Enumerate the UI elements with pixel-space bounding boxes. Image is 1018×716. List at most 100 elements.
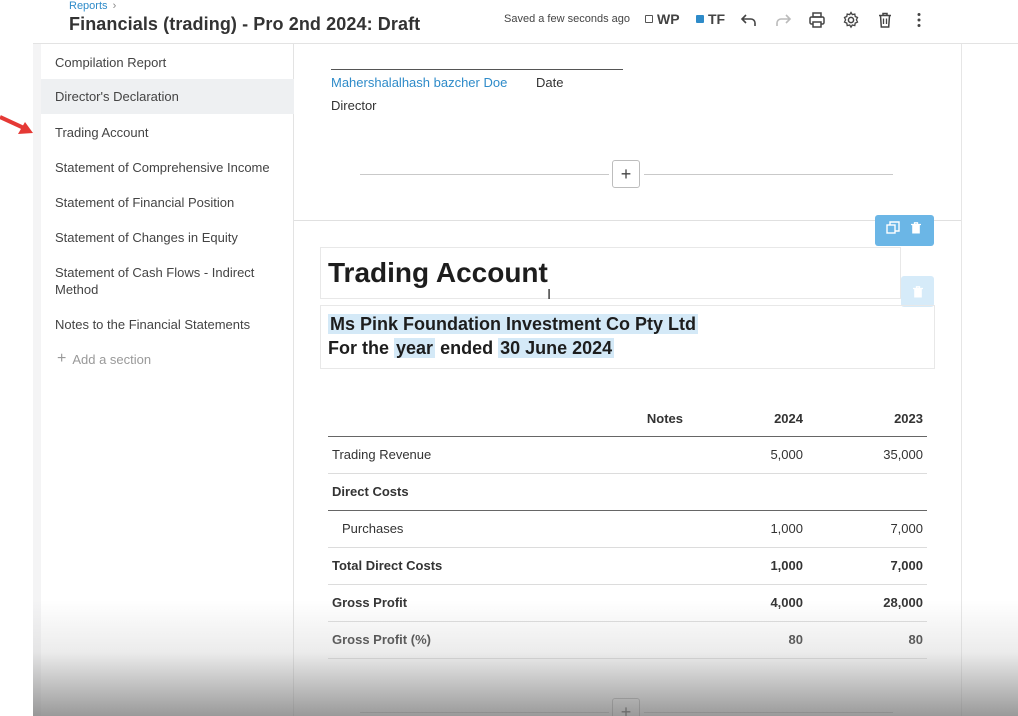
row-value-2023: 7,000	[807, 510, 927, 548]
sidebar-gutter	[33, 44, 41, 716]
insert-block-button-bottom[interactable]: +	[612, 698, 640, 716]
row-value-2024: 5,000	[687, 436, 807, 474]
period-mid: ended	[440, 338, 494, 358]
wp-toggle[interactable]: WP	[645, 11, 680, 27]
sections-sidebar: Compilation Report Director's Declaratio…	[41, 44, 294, 716]
signature-date-label: Date	[536, 75, 564, 90]
label-column-header	[328, 402, 583, 437]
insert-divider-right-bottom	[644, 712, 893, 713]
plus-icon: +	[57, 350, 67, 367]
tf-toggle-label: TF	[708, 11, 726, 27]
section-separator	[294, 220, 961, 221]
row-value-2023: 7,000	[807, 547, 927, 585]
sidebar-item-trading-account[interactable]: Trading Account	[41, 124, 294, 141]
row-value-2023: 80	[807, 621, 927, 659]
row-label: Trading Revenue	[328, 436, 583, 474]
row-value-2024: 1,000	[687, 547, 807, 585]
insert-divider-right	[644, 174, 893, 175]
plus-icon: +	[620, 702, 632, 716]
sidebar-item-compilation-report[interactable]: Compilation Report	[41, 54, 294, 71]
red-arrow-annotation	[0, 115, 33, 134]
redo-icon[interactable]	[772, 9, 794, 31]
left-margin	[0, 0, 33, 716]
period-word[interactable]: year	[394, 338, 436, 358]
signatory-role: Director	[331, 98, 377, 113]
insert-divider-left-bottom	[360, 712, 609, 713]
signatory-name[interactable]: Mahershalalhash bazcher Doe	[331, 75, 507, 90]
notes-column-header: Notes	[583, 402, 687, 437]
undo-icon[interactable]	[738, 9, 760, 31]
period-end-date[interactable]: 30 June 2024	[498, 338, 615, 358]
year-2023-column-header: 2023	[807, 402, 927, 437]
table-row[interactable]: Gross Profit 4,000 28,000	[328, 584, 927, 622]
row-notes	[583, 473, 687, 511]
sidebar-item-comprehensive-income[interactable]: Statement of Comprehensive Income	[41, 159, 294, 176]
period-line: For the year ended 30 June 2024	[328, 338, 615, 359]
right-gutter	[961, 44, 1018, 716]
row-label: Total Direct Costs	[328, 547, 583, 585]
breadcrumb[interactable]: Reports ›	[69, 0, 116, 12]
row-label: Gross Profit (%)	[328, 621, 583, 659]
trash-icon	[912, 285, 923, 297]
block-toolbar	[875, 215, 934, 246]
sidebar-item-changes-in-equity[interactable]: Statement of Changes in Equity	[41, 229, 294, 246]
row-value-2024	[687, 473, 807, 511]
print-icon[interactable]	[806, 9, 828, 31]
plus-icon: +	[620, 164, 632, 184]
row-notes	[583, 510, 687, 548]
header-bar: Reports › Financials (trading) - Pro 2nd…	[33, 0, 1018, 44]
table-row[interactable]: Purchases 1,000 7,000	[328, 510, 927, 548]
tf-checkbox[interactable]	[696, 15, 704, 23]
table-row[interactable]: Total Direct Costs 1,000 7,000	[328, 547, 927, 585]
delete-title-block-button[interactable]	[901, 276, 934, 307]
insert-block-button[interactable]: +	[612, 160, 640, 188]
row-value-2024: 1,000	[687, 510, 807, 548]
sidebar-item-financial-position[interactable]: Statement of Financial Position	[41, 194, 294, 211]
row-label: Purchases	[328, 510, 583, 548]
row-notes	[583, 584, 687, 622]
table-header-row: Notes 2024 2023	[328, 402, 927, 437]
text-cursor-icon: I	[547, 286, 552, 303]
wp-checkbox[interactable]	[645, 15, 653, 23]
add-section-label: Add a section	[72, 351, 152, 367]
table-row[interactable]: Direct Costs	[328, 473, 927, 511]
trash-icon[interactable]	[874, 9, 896, 31]
duplicate-icon[interactable]	[886, 221, 900, 240]
row-value-2023: 28,000	[807, 584, 927, 622]
page-title: Financials (trading) - Pro 2nd 2024: Dra…	[69, 14, 421, 34]
breadcrumb-reports-link[interactable]: Reports	[69, 0, 108, 12]
row-label: Gross Profit	[328, 584, 583, 622]
row-value-2023: 35,000	[807, 436, 927, 474]
sidebar-item-notes[interactable]: Notes to the Financial Statements	[41, 316, 294, 333]
more-vertical-icon[interactable]	[908, 9, 930, 31]
row-notes	[583, 621, 687, 659]
sidebar-item-directors-declaration[interactable]: Director's Declaration	[41, 79, 294, 114]
table-row[interactable]: Trading Revenue 5,000 35,000	[328, 436, 927, 474]
row-notes	[583, 547, 687, 585]
row-value-2023	[807, 473, 927, 511]
entity-name-line: Ms Pink Foundation Investment Co Pty Ltd	[328, 314, 699, 335]
delete-block-icon[interactable]	[909, 221, 923, 240]
sidebar-item-cash-flows[interactable]: Statement of Cash Flows - Indirect Metho…	[41, 264, 271, 298]
row-notes	[583, 436, 687, 474]
row-value-2024: 4,000	[687, 584, 807, 622]
year-2024-column-header: 2024	[687, 402, 807, 437]
entity-heading-block[interactable]: Ms Pink Foundation Investment Co Pty Ltd…	[320, 305, 935, 369]
document-canvas: Mahershalalhash bazcher Doe Date Directo…	[294, 44, 961, 716]
wp-toggle-label: WP	[657, 11, 680, 27]
insert-divider-left	[360, 174, 609, 175]
section-title-block[interactable]: Trading Account	[320, 247, 901, 299]
report-editor: Reports › Financials (trading) - Pro 2nd…	[0, 0, 1018, 716]
period-prefix: For the	[328, 338, 389, 358]
row-value-2024: 80	[687, 621, 807, 659]
breadcrumb-separator: ›	[112, 0, 117, 12]
gear-icon[interactable]	[840, 9, 862, 31]
row-label: Direct Costs	[328, 473, 583, 511]
table-row[interactable]: Gross Profit (%) 80 80	[328, 621, 927, 659]
trading-account-table: Notes 2024 2023 Trading Revenue 5,000 35…	[328, 402, 927, 659]
tf-toggle[interactable]: TF	[696, 11, 725, 27]
entity-name[interactable]: Ms Pink Foundation Investment Co Pty Ltd	[328, 314, 699, 334]
add-section-button[interactable]: + Add a section	[57, 351, 151, 367]
section-title[interactable]: Trading Account	[328, 257, 548, 289]
signature-line	[331, 69, 623, 70]
